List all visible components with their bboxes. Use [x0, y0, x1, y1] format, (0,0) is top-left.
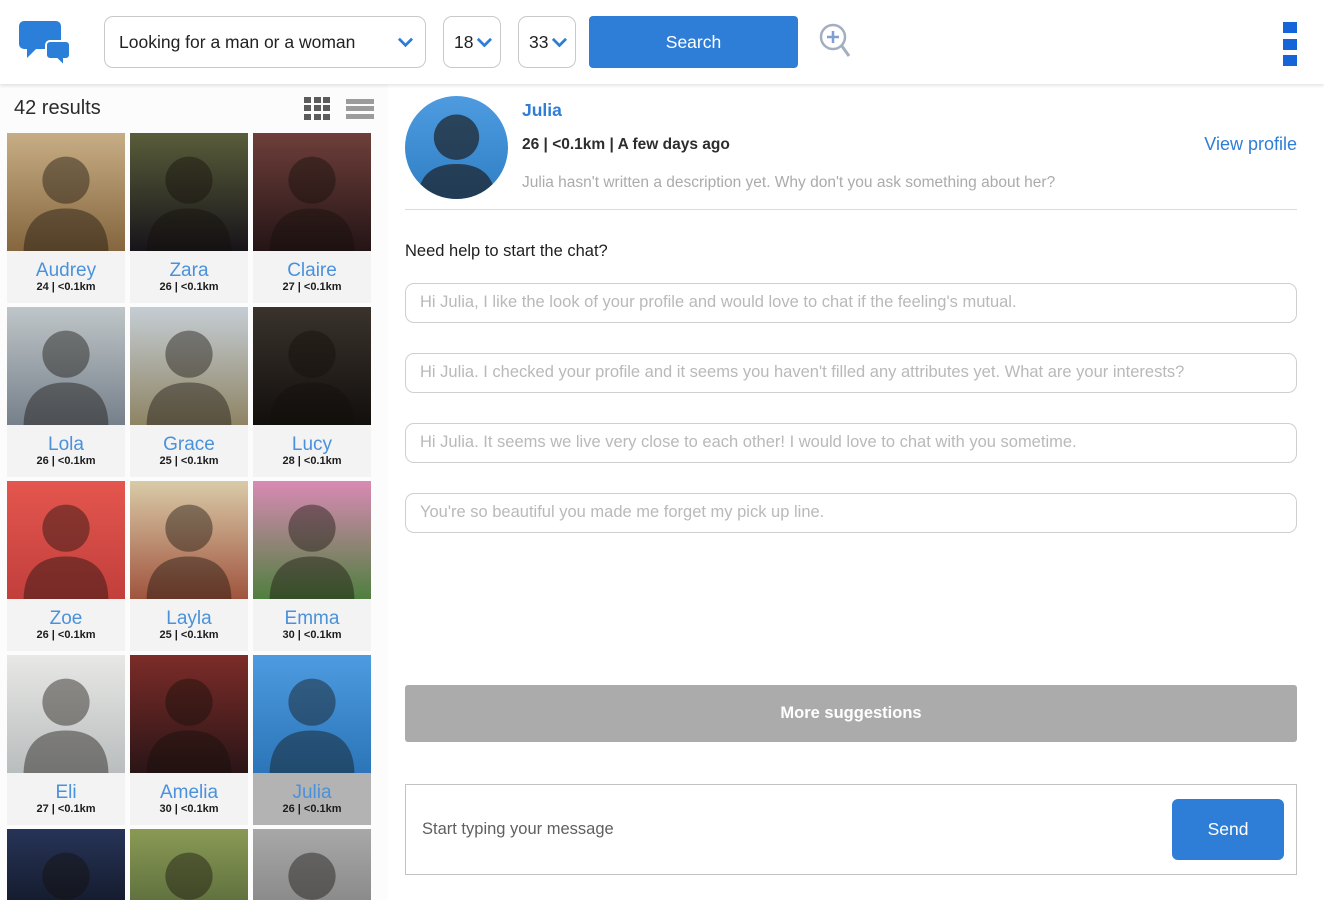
results-sidebar: 42 results Audrey 24 | <0.1km Zara 26 | …	[0, 84, 388, 900]
suggestion-item[interactable]: Hi Julia. I checked your profile and it …	[405, 352, 1297, 393]
person-info: 25 | <0.1km	[159, 629, 219, 641]
person-photo	[130, 307, 248, 425]
view-profile-link[interactable]: View profile	[1204, 134, 1297, 155]
person-photo	[130, 829, 248, 900]
person-info: 27 | <0.1km	[36, 803, 96, 815]
person-photo	[253, 829, 371, 900]
person-photo	[253, 307, 371, 425]
suggestion-item[interactable]: Hi Julia, I like the look of your profil…	[405, 283, 1297, 323]
person-card[interactable]: Eli 27 | <0.1km	[7, 655, 125, 825]
search-button[interactable]: Search	[589, 16, 798, 68]
suggestion-item[interactable]: You're so beautiful you made me forget m…	[405, 492, 1297, 533]
person-photo	[7, 655, 125, 773]
person-photo	[7, 133, 125, 251]
person-name: Lola	[48, 434, 84, 455]
person-card[interactable]: Grace 25 | <0.1km	[130, 307, 248, 477]
suggestion-item[interactable]: Hi Julia. It seems we live very close to…	[405, 422, 1297, 463]
person-info: 26 | <0.1km	[36, 629, 96, 641]
person-name: Julia	[292, 782, 332, 803]
person-photo	[253, 133, 371, 251]
person-info: 27 | <0.1km	[282, 281, 342, 293]
age-min-value: 18	[454, 31, 474, 52]
person-card[interactable]: Amelia 30 | <0.1km	[130, 655, 248, 825]
person-photo	[253, 655, 371, 773]
grid-view-icon[interactable]	[304, 96, 332, 121]
list-view-icon[interactable]	[346, 97, 374, 121]
message-composer: Send	[405, 784, 1297, 875]
profile-description: Julia hasn't written a description yet. …	[522, 174, 1056, 191]
help-heading: Need help to start the chat?	[405, 242, 608, 260]
chevron-down-icon	[397, 31, 414, 47]
person-photo	[7, 481, 125, 599]
person-name: Amelia	[159, 782, 219, 803]
person-card[interactable]: Layla 25 | <0.1km	[130, 481, 248, 651]
person-name: Lucy	[291, 434, 333, 455]
looking-for-value: Looking for a man or a woman	[119, 31, 356, 52]
looking-for-select[interactable]: Looking for a man or a woman	[104, 16, 426, 68]
profile-meta: 26 | <0.1km | A few days ago	[522, 136, 730, 153]
person-card[interactable]: Zoe 26 | <0.1km	[7, 481, 125, 651]
overflow-menu-icon[interactable]	[1283, 22, 1297, 66]
suggestion-list: Hi Julia, I like the look of your profil…	[405, 283, 1297, 533]
age-max-select[interactable]: 33	[518, 16, 576, 68]
person-photo	[7, 307, 125, 425]
person-card[interactable]: Zara 26 | <0.1km	[130, 133, 248, 303]
person-info: 28 | <0.1km	[282, 455, 342, 467]
age-max-value: 33	[529, 31, 549, 52]
person-name: Emma	[284, 608, 340, 629]
person-photo	[7, 829, 125, 900]
person-name: Layla	[166, 608, 212, 629]
person-info: 26 | <0.1km	[282, 803, 342, 815]
person-info: 26 | <0.1km	[159, 281, 219, 293]
person-info: 30 | <0.1km	[282, 629, 342, 641]
person-photo	[130, 655, 248, 773]
profile-name: Julia	[522, 100, 562, 120]
person-card[interactable]	[253, 829, 371, 900]
age-min-select[interactable]: 18	[443, 16, 501, 68]
send-button[interactable]: Send	[1172, 799, 1284, 860]
person-photo	[130, 133, 248, 251]
person-info: 24 | <0.1km	[36, 281, 96, 293]
chat-bubbles-icon	[18, 17, 74, 69]
magnifier-plus-icon[interactable]	[816, 20, 856, 64]
person-name: Zara	[169, 260, 209, 281]
person-card[interactable]	[130, 829, 248, 900]
person-info: 30 | <0.1km	[159, 803, 219, 815]
person-name: Grace	[163, 434, 215, 455]
chevron-down-icon	[552, 31, 568, 47]
person-name: Claire	[287, 260, 337, 281]
results-header: 42 results	[0, 84, 388, 133]
people-grid: Audrey 24 | <0.1km Zara 26 | <0.1km Clai…	[0, 133, 388, 900]
person-name: Zoe	[49, 608, 83, 629]
person-info: 26 | <0.1km	[36, 455, 96, 467]
person-card[interactable]: Lola 26 | <0.1km	[7, 307, 125, 477]
more-suggestions-button[interactable]: More suggestions	[405, 685, 1297, 742]
chat-panel: Julia 26 | <0.1km | A few days ago View …	[388, 84, 1324, 900]
top-search-bar: Looking for a man or a woman 18 33 Searc…	[0, 0, 1324, 84]
person-card[interactable]: Lucy 28 | <0.1km	[253, 307, 371, 477]
person-card[interactable]: Julia 26 | <0.1km	[253, 655, 371, 825]
results-count: 42 results	[14, 97, 101, 119]
person-photo	[253, 481, 371, 599]
person-name: Audrey	[35, 260, 97, 281]
chevron-down-icon	[477, 31, 493, 47]
profile-header: Julia 26 | <0.1km | A few days ago View …	[405, 84, 1297, 210]
person-card[interactable]: Claire 27 | <0.1km	[253, 133, 371, 303]
person-card[interactable]: Audrey 24 | <0.1km	[7, 133, 125, 303]
person-info: 25 | <0.1km	[159, 455, 219, 467]
avatar	[405, 96, 508, 199]
person-photo	[130, 481, 248, 599]
message-input[interactable]	[422, 785, 1142, 874]
person-card[interactable]: Emma 30 | <0.1km	[253, 481, 371, 651]
person-card[interactable]	[7, 829, 125, 900]
person-name: Eli	[55, 782, 77, 803]
